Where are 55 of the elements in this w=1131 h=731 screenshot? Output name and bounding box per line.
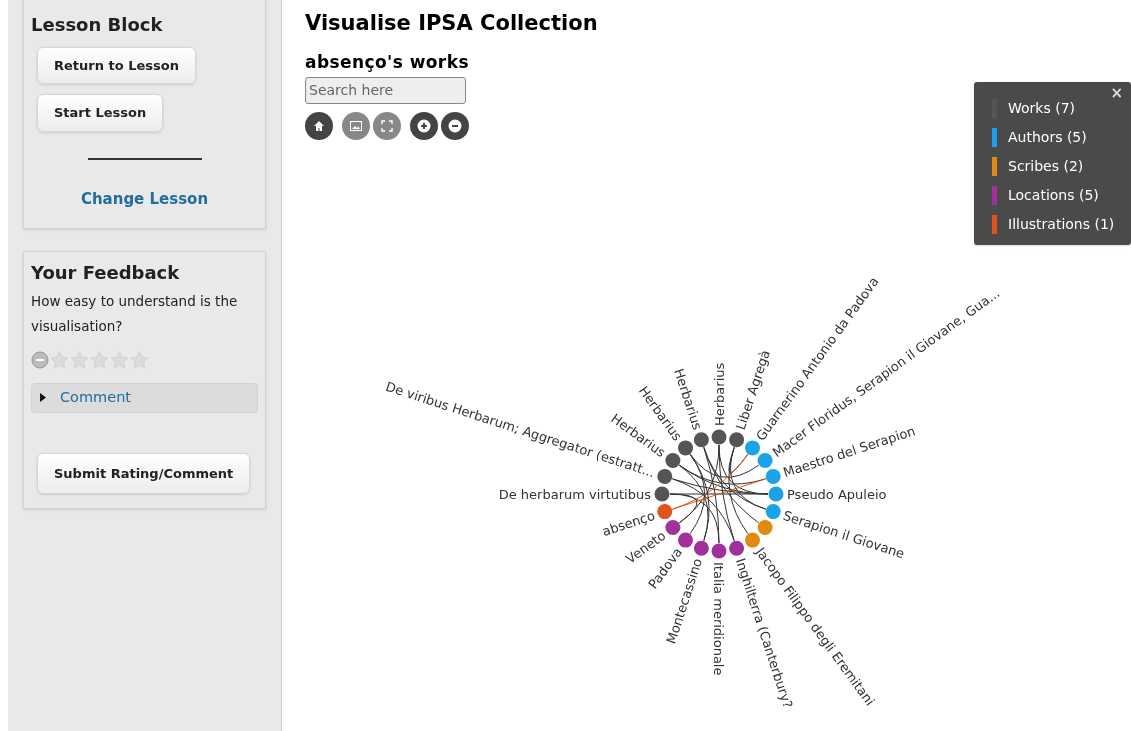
legend-label: Scribes (2)	[1008, 157, 1084, 176]
page-title: Visualise IPSA Collection	[305, 10, 598, 37]
node-label: Italia meridionale	[711, 562, 727, 676]
submit-button[interactable]: Submit Rating/Comment	[37, 452, 251, 494]
close-button[interactable]: ×	[1110, 86, 1123, 101]
graph-node[interactable]	[665, 453, 681, 468]
fullscreen-icon	[381, 119, 393, 132]
zoom-out-icon	[448, 118, 462, 133]
lesson-button[interactable]: Return to Lesson	[37, 46, 196, 84]
zoom-out-button[interactable]	[441, 111, 469, 140]
graph-node[interactable]	[729, 432, 745, 448]
graph-node[interactable]	[678, 532, 693, 548]
legend-label: Authors (5)	[1008, 128, 1087, 147]
lesson-button[interactable]: Start Lesson	[37, 94, 164, 132]
panel-title: Lesson Block	[31, 14, 164, 37]
image-icon	[350, 120, 362, 131]
home-button[interactable]	[305, 111, 333, 140]
change-lesson-link[interactable]: Change Lesson	[80, 187, 209, 210]
zoom-in-button[interactable]	[410, 111, 438, 140]
graph-node[interactable]	[657, 504, 673, 520]
graph-node[interactable]	[757, 453, 773, 468]
search-field[interactable]: Search here	[305, 76, 466, 104]
graph-node[interactable]	[711, 429, 727, 445]
panel-title: Your Feedback	[31, 262, 181, 285]
legend-label: Works (7)	[1008, 99, 1076, 118]
graph-node[interactable]	[765, 468, 781, 484]
graph-node[interactable]	[678, 440, 693, 456]
node-label: Pseudo Apuleio	[787, 486, 887, 502]
graph-node[interactable]	[711, 543, 727, 559]
clear-rating-icon[interactable]	[31, 350, 49, 369]
feedback-question: How easy to understand is the visualisation?	[31, 291, 239, 336]
graph-node[interactable]	[657, 468, 673, 484]
star-icon[interactable]	[90, 350, 109, 369]
graph-node[interactable]	[693, 540, 709, 556]
graph-node[interactable]	[745, 532, 760, 548]
star-icon[interactable]	[50, 350, 69, 369]
zoom-in-icon	[417, 118, 431, 133]
star-icon[interactable]	[130, 350, 149, 369]
graph-node[interactable]	[665, 520, 681, 535]
comment-toggle[interactable]: Comment	[31, 382, 258, 413]
graph-node[interactable]	[757, 520, 773, 535]
star-icon[interactable]	[110, 350, 129, 369]
legend-label: Locations (5)	[1008, 186, 1099, 205]
section-title: absenço's works	[305, 52, 469, 74]
node-label: De herbarum virtutibus	[498, 486, 651, 502]
graph-node[interactable]	[765, 504, 781, 520]
home-icon	[313, 119, 325, 132]
graph-node[interactable]	[654, 486, 670, 502]
star-icon[interactable]	[70, 350, 89, 369]
graph-node[interactable]	[768, 486, 784, 502]
legend-label: Illustrations (1)	[1008, 215, 1115, 234]
graph-node[interactable]	[745, 440, 760, 456]
graph-node[interactable]	[729, 540, 745, 556]
graph-node[interactable]	[693, 432, 709, 448]
node-label: Herbarius	[711, 362, 727, 426]
